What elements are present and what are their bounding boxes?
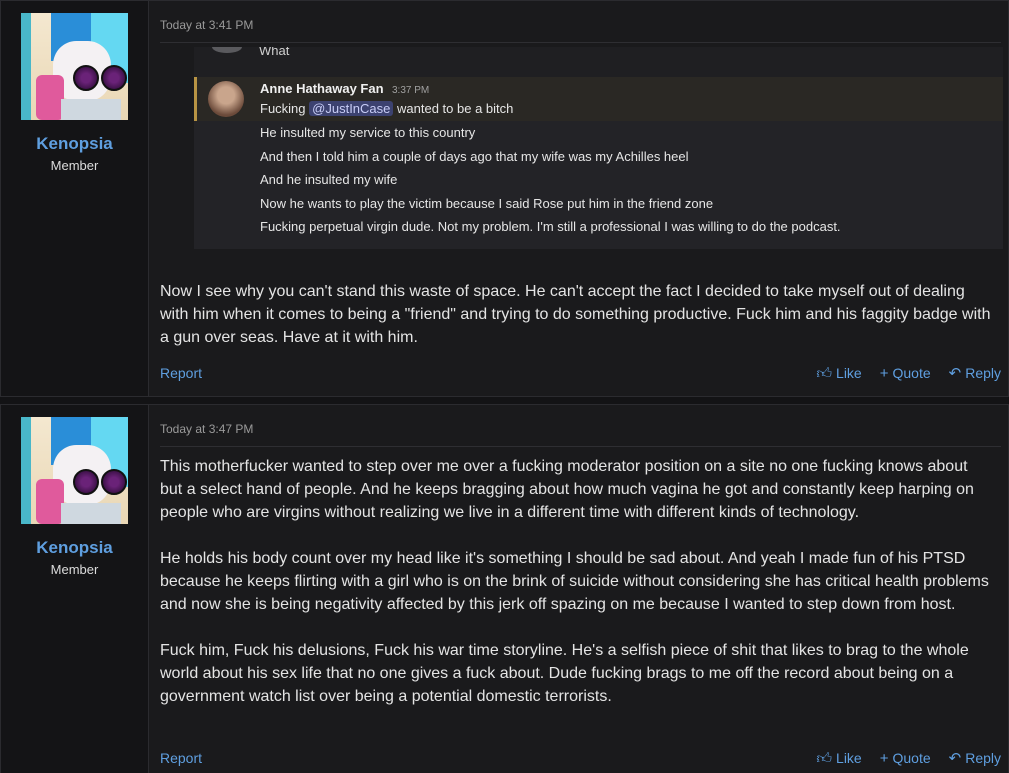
avatar-icon [212,47,242,53]
embedded-screenshot[interactable]: What Anne Hathaway Fan 3:37 PM Fucking @… [194,47,1003,249]
report-link[interactable]: Report [160,750,202,766]
embed-prev-text: What [259,47,290,58]
avatar [208,81,244,117]
embed-line: Fucking perpetual virgin dude. Not my pr… [260,219,841,234]
embed-previous-message: What [194,47,1003,77]
quote-button[interactable]: + Quote [880,750,931,766]
reply-label: Reply [965,750,1001,766]
post-actions: Report 👍︎ Like + Quote ↶ Reply [160,365,1001,385]
message-post: Kenopsia Member Today at 3:41 PM What An… [0,0,1009,397]
thumbs-up-icon: 👍︎ [816,749,833,767]
message-paragraph: Now I see why you can't stand this waste… [160,283,991,346]
embed-author-name: Anne Hathaway Fan [260,81,384,96]
avatar[interactable] [21,417,128,524]
embed-line: He insulted my service to this country [260,125,476,140]
user-title: Member [50,158,99,173]
report-link[interactable]: Report [160,365,202,381]
user-info: Kenopsia Member [1,1,149,396]
message-paragraph: This motherfucker wanted to step over me… [160,458,974,521]
embed-line: And he insulted my wife [260,172,398,187]
reply-button[interactable]: ↶ Reply [949,750,1001,766]
user-info: Kenopsia Member [1,405,149,773]
message-body: Now I see why you can't stand this waste… [160,280,1001,349]
embed-line-text: wanted to be a bitch [397,101,514,116]
message-post: Kenopsia Member Today at 3:47 PM This mo… [0,404,1009,773]
embed-timestamp: 3:37 PM [392,85,430,96]
reply-arrow-icon: ↶ [948,749,962,767]
like-label: Like [836,750,862,766]
like-button[interactable]: 👍︎ Like [816,750,861,766]
user-mention: @JustInCase [309,101,394,116]
plus-icon: + [879,364,889,382]
message-body: This motherfucker wanted to step over me… [160,455,1001,708]
embed-line: Now he wants to play the victim because … [260,196,714,211]
quote-label: Quote [892,365,931,381]
avatar[interactable] [21,13,128,120]
message-paragraph: He holds his body count over my head lik… [160,550,989,613]
username[interactable]: Kenopsia [36,538,113,558]
embed-line: Fucking @JustInCase wanted to be a bitch [260,101,513,116]
message-content: Today at 3:41 PM What Anne Hathaway Fan … [149,1,1008,396]
reply-label: Reply [965,365,1001,381]
message-content: Today at 3:47 PM This motherfucker wante… [149,405,1008,773]
post-timestamp[interactable]: Today at 3:47 PM [160,405,1001,447]
reply-button[interactable]: ↶ Reply [949,365,1001,381]
quote-label: Quote [892,750,931,766]
message-paragraph: Fuck him, Fuck his delusions, Fuck his w… [160,642,969,705]
post-actions: Report 👍︎ Like + Quote ↶ Reply [160,750,1001,770]
username[interactable]: Kenopsia [36,134,113,154]
like-label: Like [836,365,862,381]
thumbs-up-icon: 👍︎ [816,364,833,382]
embed-line: And then I told him a couple of days ago… [260,149,689,164]
plus-icon: + [879,749,889,767]
reply-arrow-icon: ↶ [948,364,962,382]
post-timestamp[interactable]: Today at 3:41 PM [160,1,1001,43]
embed-line-text: Fucking [260,101,306,116]
like-button[interactable]: 👍︎ Like [816,365,861,381]
user-title: Member [50,562,99,577]
quote-button[interactable]: + Quote [880,365,931,381]
